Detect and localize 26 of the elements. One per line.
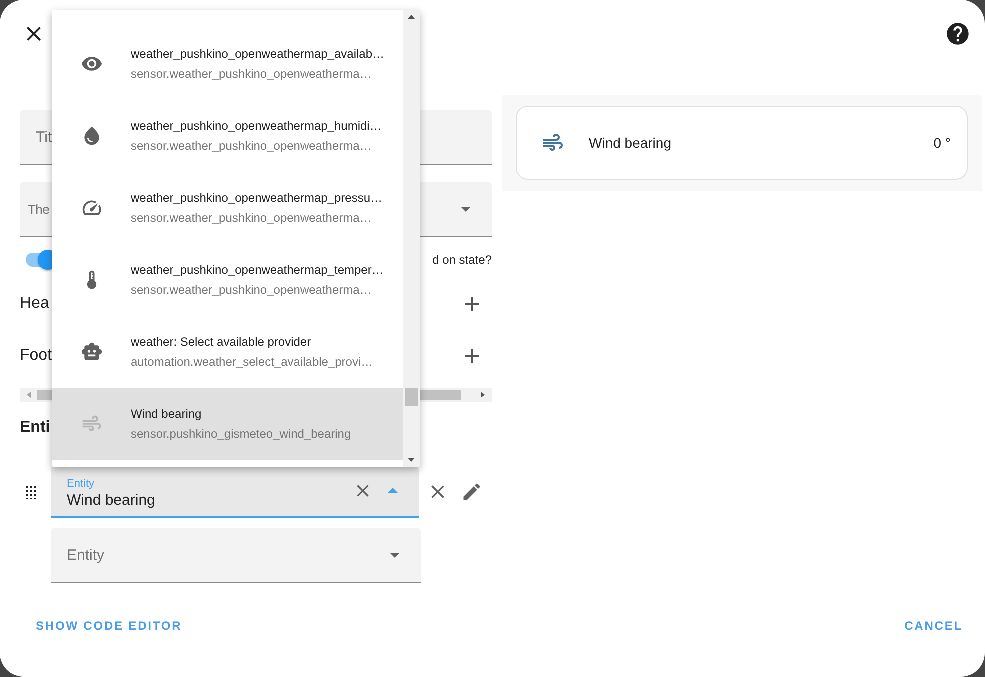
- menu-item[interactable]: Wind bearing sensor.pushkino_gismeteo_wind_bearing: [52, 388, 403, 460]
- entity-name: weather_pushkino_openweathermap_temper…: [131, 263, 384, 277]
- entity-id: sensor.pushkino_gismeteo_wind_bearing: [131, 427, 352, 441]
- section-label: Foot: [20, 347, 52, 365]
- section-label: Hea: [20, 295, 50, 313]
- entity-id: sensor.weather_pushkino_openweatherma…: [131, 283, 373, 297]
- entity-field[interactable]: Entity Wind bearing: [51, 466, 419, 518]
- entity-field[interactable]: Entity: [51, 528, 421, 583]
- entity-id: automation.weather_select_available_provi…: [131, 355, 374, 369]
- toggle-label: d on state?: [432, 253, 492, 267]
- help-icon[interactable]: [945, 21, 971, 47]
- entity-name: Wind bearing: [131, 407, 203, 421]
- entity-name: Wind bearing: [589, 135, 672, 151]
- entity-id: sensor.weather_pushkino_openweatherma…: [131, 211, 373, 225]
- entity-name: weather_pushkino_openweathermap_humidi…: [131, 119, 382, 133]
- entity-name: weather_pushkino_openweathermap_pressu…: [131, 191, 382, 205]
- section-heading: Enti: [20, 419, 50, 437]
- drag-handle-icon[interactable]: [25, 485, 37, 499]
- entity-state: 0 °: [934, 135, 951, 151]
- pencil-icon[interactable]: [461, 481, 483, 503]
- robot-icon: [80, 341, 102, 363]
- entity-name: weather_pushkino_openweathermap_availab…: [131, 47, 385, 61]
- entity-id: sensor.weather_pushkino_openweatherma…: [131, 139, 373, 153]
- scrollbar[interactable]: [403, 10, 420, 467]
- entity-name: weather: Select available provider: [131, 335, 312, 349]
- entity-id: sensor.weather_pushkino_openweatherma…: [131, 67, 373, 81]
